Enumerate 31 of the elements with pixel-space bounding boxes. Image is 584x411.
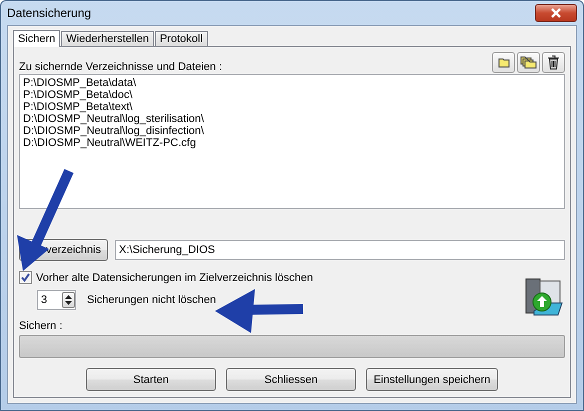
list-item[interactable]: D:\DIOSMP_Neutral\WEITZ-PC.cfg: [23, 137, 561, 149]
target-path-field[interactable]: X:\Sicherung_DIOS: [115, 240, 565, 260]
tab[interactable]: Protokoll: [154, 31, 208, 46]
close-button[interactable]: [535, 4, 577, 22]
count-spinner[interactable]: 3: [37, 290, 76, 310]
trash-icon: [548, 55, 559, 70]
list-item[interactable]: P:\DIOSMP_Beta\text\: [23, 101, 561, 113]
tab[interactable]: Wiederherstellen: [61, 31, 154, 46]
folders-icon: [520, 56, 537, 69]
add-folder-button[interactable]: [492, 52, 515, 73]
window-title: Datensicherung: [7, 6, 92, 20]
action-button[interactable]: Starten: [86, 368, 216, 391]
spin-button[interactable]: [62, 292, 75, 308]
delete-old-checkbox[interactable]: [19, 271, 32, 284]
up-down-icon: [64, 294, 73, 306]
list-label: Zu sichernde Verzeichnisse und Dateien :: [19, 61, 222, 73]
list-item[interactable]: D:\DIOSMP_Neutral\log_sterilisation\: [23, 113, 561, 125]
folder-icon: [498, 56, 510, 69]
progress-label: Sichern :: [19, 320, 64, 332]
check-icon: [21, 273, 30, 282]
keep-label: Sicherungen nicht löschen: [87, 294, 216, 306]
list-item[interactable]: P:\DIOSMP_Beta\data\: [23, 77, 561, 89]
list-item[interactable]: D:\DIOSMP_Neutral\log_disinfection\: [23, 125, 561, 137]
delete-button[interactable]: [542, 52, 565, 73]
checkbox-label: Vorher alte Datensicherungen im Zielverzeichnis löschen: [36, 272, 313, 284]
action-button[interactable]: Schliessen: [226, 368, 356, 391]
action-button[interactable]: Einstellungen speichern: [366, 368, 498, 391]
tab[interactable]: Sichern: [13, 30, 60, 47]
add-files-button[interactable]: [517, 52, 540, 73]
close-icon: [550, 8, 562, 18]
list-item[interactable]: P:\DIOSMP_Beta\doc\: [23, 89, 561, 101]
